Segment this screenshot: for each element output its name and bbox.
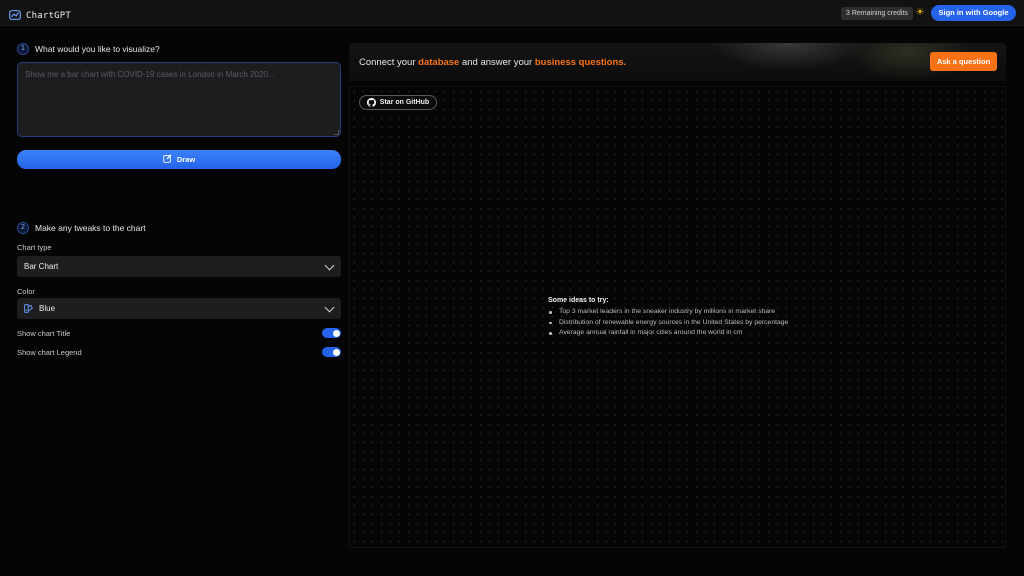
credits-badge: 3 Remaining credits xyxy=(841,7,913,20)
sign-in-google-button[interactable]: Sign in with Google xyxy=(931,5,1016,21)
step-1-heading: 1 What would you like to visualize? xyxy=(17,43,160,55)
color-select[interactable]: Blue xyxy=(17,298,341,319)
banner-text-part: Connect your xyxy=(359,57,419,68)
app-logo[interactable]: ChartGPT xyxy=(9,7,71,25)
prompt-input[interactable] xyxy=(17,62,341,137)
draw-label: Draw xyxy=(176,155,196,164)
show-title-toggle[interactable] xyxy=(322,328,341,338)
github-label: Star on GitHub xyxy=(379,99,430,106)
banner-highlight-database: database xyxy=(418,57,460,68)
top-bar: ChartGPT 3 Remaining credits ☀ Sign in w… xyxy=(0,0,1024,26)
chart-logo-icon xyxy=(9,7,21,25)
idea-item[interactable]: Average annual rainfall in major cities … xyxy=(548,328,788,339)
color-label: Color xyxy=(17,287,35,296)
show-legend-label: Show chart Legend xyxy=(17,348,82,357)
sun-icon[interactable]: ☀ xyxy=(914,7,926,19)
banner-highlight-business: business questions. xyxy=(534,57,627,68)
chart-type-select[interactable]: Bar Chart xyxy=(17,256,341,277)
draw-button[interactable]: Draw xyxy=(17,150,341,169)
step-number: 2 xyxy=(17,222,29,234)
show-title-label: Show chart Title xyxy=(17,329,71,338)
banner-text: Connect your database and answer your bu… xyxy=(359,57,626,68)
pencil-icon xyxy=(163,154,172,165)
step-2-heading: 2 Make any tweaks to the chart xyxy=(17,222,146,234)
step-label: Make any tweaks to the chart xyxy=(35,223,146,233)
step-label: What would you like to visualize? xyxy=(35,44,160,54)
chevron-down-icon xyxy=(324,302,335,313)
step-number: 1 xyxy=(17,43,29,55)
palette-icon xyxy=(24,304,33,313)
chevron-down-icon xyxy=(324,260,335,271)
banner-text-part: and answer your xyxy=(459,57,535,68)
chart-type-value: Bar Chart xyxy=(24,262,59,271)
show-legend-toggle[interactable] xyxy=(322,347,341,357)
idea-item[interactable]: Top 3 market leaders in the sneaker indu… xyxy=(548,307,788,318)
idea-item[interactable]: Distribution of renewable energy sources… xyxy=(548,318,788,329)
star-github-button[interactable]: Star on GitHub xyxy=(359,95,437,110)
app-name: ChartGPT xyxy=(26,11,71,21)
ask-question-button[interactable]: Ask a question xyxy=(930,52,997,71)
color-value: Blue xyxy=(39,304,56,313)
github-icon xyxy=(366,98,376,107)
resize-grip-icon[interactable] xyxy=(334,130,339,135)
database-banner: Connect your database and answer your bu… xyxy=(349,43,1006,81)
chart-type-label: Chart type xyxy=(17,243,52,252)
ideas-title: Some ideas to try: xyxy=(548,297,609,304)
ideas-list: Some ideas to try: Top 3 market leaders … xyxy=(548,297,788,339)
